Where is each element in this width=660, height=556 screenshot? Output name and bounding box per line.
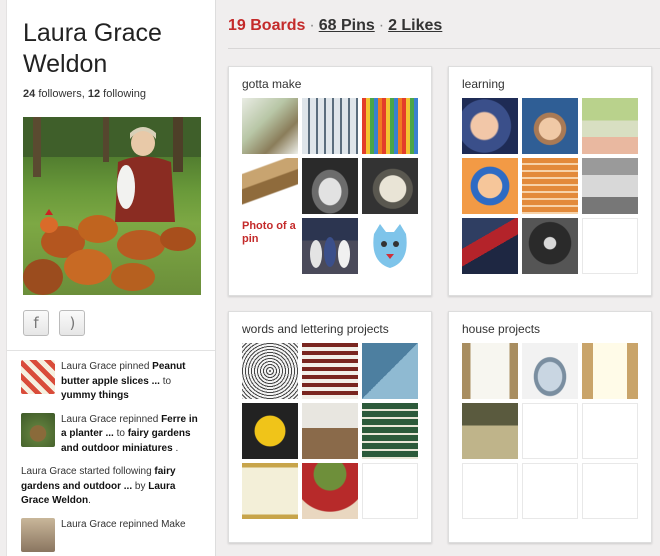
board-gotta-make[interactable]: gotta make Photo of a pin	[228, 66, 432, 296]
board-title[interactable]: words and lettering projects	[242, 322, 389, 336]
pin-thumbnail[interactable]	[302, 98, 358, 154]
follow-counts: 24 followers, 12 following	[23, 88, 146, 100]
followers-count[interactable]: 24	[23, 88, 35, 100]
pin-slot-empty	[522, 463, 578, 519]
pin-thumbnail[interactable]	[362, 98, 418, 154]
pin-thumbnail[interactable]	[522, 98, 578, 154]
board-title[interactable]: house projects	[462, 322, 540, 336]
pin-thumbnail[interactable]	[362, 158, 418, 214]
pin-thumbnail[interactable]	[462, 403, 518, 459]
pin-thumbnail[interactable]	[462, 158, 518, 214]
pin-slot-empty	[462, 463, 518, 519]
pin-slot-empty	[582, 463, 638, 519]
pin-thumbnail[interactable]	[462, 343, 518, 399]
activity-feed: Laura Grace pinned Peanut butter apple s…	[21, 360, 206, 556]
board-title[interactable]: learning	[462, 77, 505, 91]
stats-divider	[228, 48, 660, 49]
pin-thumbnail[interactable]	[362, 343, 418, 399]
pin-thumbnail[interactable]	[522, 158, 578, 214]
activity-target-link[interactable]: yummy things	[61, 390, 129, 401]
social-links: f )	[23, 310, 91, 336]
profile-photo	[23, 117, 201, 295]
activity-thumbnail[interactable]	[21, 360, 55, 394]
board-words-and-lettering[interactable]: words and lettering projects	[228, 311, 432, 543]
pin-thumbnail[interactable]	[302, 218, 358, 274]
board-learning[interactable]: learning	[448, 66, 652, 296]
board-pin-grid: Photo of a pin	[242, 98, 422, 278]
pin-thumbnail[interactable]	[242, 343, 298, 399]
pin-thumbnail[interactable]	[242, 98, 298, 154]
pin-slot-empty	[582, 218, 638, 274]
pin-thumbnail[interactable]	[302, 403, 358, 459]
following-count[interactable]: 12	[88, 88, 100, 100]
likes-count-link[interactable]: 2 Likes	[388, 17, 442, 34]
activity-actor: Laura Grace started following	[21, 466, 155, 477]
activity-item[interactable]: Laura Grace started following fairy gard…	[21, 465, 206, 509]
activity-actor: Laura Grace repinned Make	[61, 518, 186, 530]
rss-icon[interactable]: )	[59, 310, 86, 336]
pin-thumbnail[interactable]	[522, 218, 578, 274]
pin-placeholder[interactable]: Photo of a pin	[242, 218, 298, 274]
board-pin-grid	[242, 343, 422, 523]
followers-label[interactable]: followers	[38, 88, 81, 100]
activity-thumbnail[interactable]	[21, 517, 55, 552]
pin-slot-empty	[582, 403, 638, 459]
pin-thumbnail[interactable]	[242, 158, 298, 214]
facebook-icon[interactable]: f	[23, 310, 49, 336]
pin-thumbnail[interactable]	[242, 403, 298, 459]
activity-item[interactable]: Laura Grace pinned Peanut butter apple s…	[21, 360, 206, 404]
pin-placeholder-text: Photo of a pin	[242, 220, 296, 245]
activity-thumbnail[interactable]	[21, 412, 55, 447]
board-pin-grid	[462, 98, 642, 278]
profile-sidebar: Laura Grace Weldon 24 followers, 12 foll…	[6, 0, 216, 556]
activity-actor: Laura Grace pinned	[61, 361, 153, 372]
pin-thumbnail[interactable]	[242, 463, 298, 519]
activity-actor: Laura Grace repinned	[61, 413, 162, 425]
board-title[interactable]: gotta make	[242, 77, 301, 91]
pin-slot-empty	[362, 463, 418, 519]
profile-name: Laura Grace Weldon	[23, 19, 162, 78]
activity-item[interactable]: Laura Grace repinned Make	[21, 517, 206, 552]
board-house-projects[interactable]: house projects	[448, 311, 652, 543]
pin-thumbnail[interactable]	[582, 98, 638, 154]
pin-thumbnail[interactable]	[462, 98, 518, 154]
pin-thumbnail[interactable]	[302, 158, 358, 214]
pin-thumbnail[interactable]	[582, 343, 638, 399]
sidebar-divider	[7, 350, 215, 351]
pin-thumbnail[interactable]	[302, 343, 358, 399]
pin-thumbnail[interactable]	[362, 218, 418, 274]
activity-item[interactable]: Laura Grace repinned Ferre in a planter …	[21, 412, 206, 457]
pin-thumbnail[interactable]	[302, 463, 358, 519]
pin-thumbnail[interactable]	[522, 343, 578, 399]
board-pin-grid	[462, 343, 642, 523]
boards-count-tab[interactable]: 19 Boards	[228, 17, 305, 34]
pin-thumbnail[interactable]	[462, 218, 518, 274]
following-label[interactable]: following	[103, 88, 146, 100]
pin-thumbnail[interactable]	[582, 158, 638, 214]
pin-thumbnail[interactable]	[362, 403, 418, 459]
pin-slot-empty	[522, 403, 578, 459]
profile-stats: 19 Boards · 68 Pins · 2 Likes	[228, 17, 443, 34]
pins-count-link[interactable]: 68 Pins	[319, 17, 375, 34]
